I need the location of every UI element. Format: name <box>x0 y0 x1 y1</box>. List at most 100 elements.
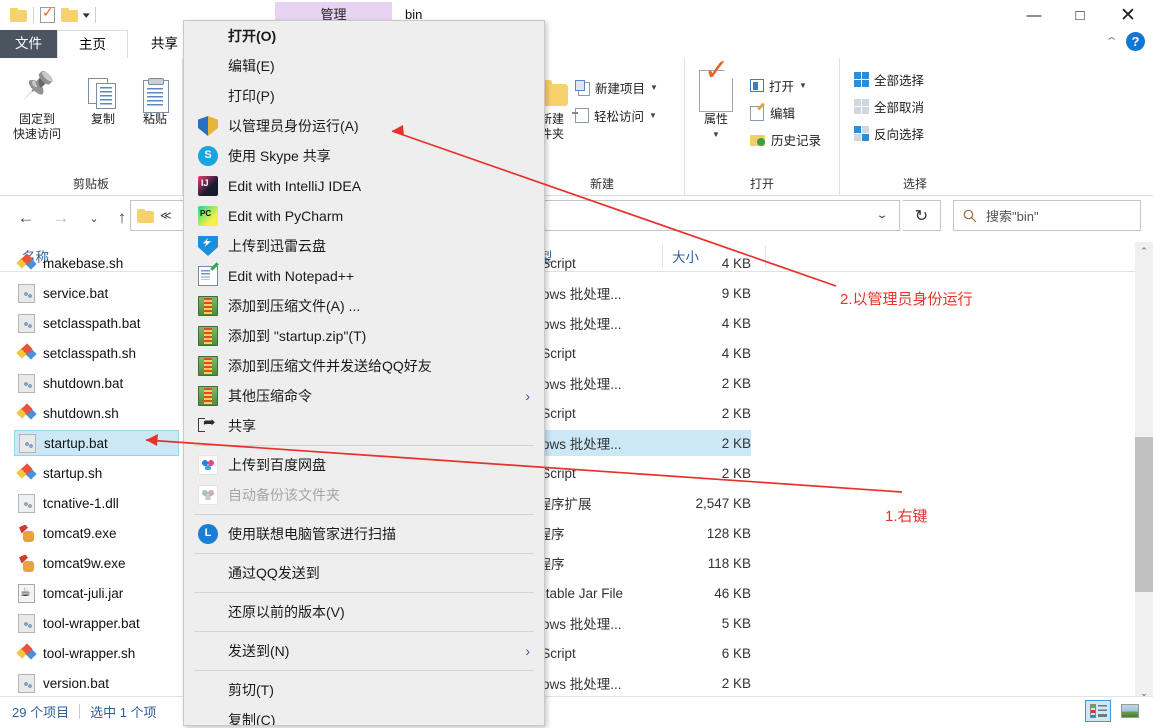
folder-icon[interactable] <box>61 8 78 22</box>
details-view-icon <box>1089 704 1107 718</box>
file-name-cell[interactable]: setclasspath.sh <box>14 340 179 366</box>
search-box[interactable]: 搜索"bin" <box>953 200 1141 231</box>
scroll-up-button[interactable]: ⌃ <box>1135 242 1153 260</box>
file-type-cell: indows 批处理... <box>524 317 622 332</box>
menu-item-label: Edit with IntelliJ IDEA <box>228 178 362 194</box>
menu-item[interactable]: 复制(C) <box>184 705 544 725</box>
history-button[interactable]: 历史记录 <box>750 130 821 149</box>
menu-item[interactable]: 打印(P) <box>184 81 544 111</box>
tab-home[interactable]: 主页 <box>57 30 128 58</box>
dropdown-icon[interactable]: ▾ <box>83 10 90 21</box>
invert-selection-button[interactable]: 反向选择 <box>854 124 924 143</box>
pin-to-quick-access-button[interactable]: 固定到 快速访问 <box>6 66 68 142</box>
scrollbar-thumb[interactable] <box>1135 437 1153 592</box>
chevron-up-icon[interactable]: ⌃ <box>1104 35 1118 48</box>
menu-item[interactable]: 还原以前的版本(V) <box>184 597 544 627</box>
folder-icon[interactable] <box>137 208 154 223</box>
menu-separator <box>194 514 534 515</box>
file-name: shutdown.bat <box>43 375 124 391</box>
menu-item[interactable]: 共享 <box>184 411 544 441</box>
menu-item[interactable]: L 使用联想电脑管家进行扫描 <box>184 519 544 549</box>
chevron-right-icon[interactable]: › <box>525 643 530 659</box>
file-name-cell[interactable]: startup.bat <box>14 430 179 456</box>
tab-file[interactable]: 文件 <box>0 30 57 58</box>
breadcrumb-overflow[interactable]: ≪ <box>160 209 172 222</box>
paste-button[interactable]: 粘贴 <box>124 66 186 127</box>
menu-item-label: 打开(O) <box>228 28 277 44</box>
menu-item[interactable]: 通过QQ发送到 <box>184 558 544 588</box>
menu-item[interactable]: 添加到 "startup.zip"(T) <box>184 321 544 351</box>
back-button[interactable]: ← <box>12 204 40 232</box>
file-name-cell[interactable]: service.bat <box>14 280 179 306</box>
details-view-button[interactable] <box>1085 700 1111 722</box>
select-none-button[interactable]: 全部取消 <box>854 97 924 116</box>
file-name-cell[interactable]: tcnative-1.dll <box>14 490 179 516</box>
folder-icon[interactable] <box>10 8 27 22</box>
menu-item[interactable]: 上传到百度网盘 <box>184 450 544 480</box>
file-name-cell[interactable]: makebase.sh <box>14 250 179 276</box>
caret-icon[interactable]: ▼ <box>689 127 743 142</box>
minimize-button[interactable]: — <box>1011 0 1057 30</box>
file-size-cell: 2 KB <box>721 375 751 391</box>
select-all-button[interactable]: 全部选择 <box>854 70 924 89</box>
edit-button[interactable]: 编辑 <box>750 103 795 122</box>
caret-icon[interactable]: ▼ <box>799 81 807 90</box>
sh-icon <box>18 464 37 483</box>
menu-item[interactable]: Edit with IntelliJ IDEA <box>184 171 544 201</box>
file-type-cell: ecutable Jar File <box>524 585 624 601</box>
bat-icon <box>18 283 35 303</box>
large-icons-view-button[interactable] <box>1117 700 1143 722</box>
button-label: 轻松访问 <box>594 110 645 124</box>
properties-button[interactable]: 属性 ▼ <box>689 63 743 142</box>
close-button[interactable]: ✕ <box>1103 0 1153 30</box>
file-name-cell[interactable]: tomcat9w.exe <box>14 550 179 576</box>
recent-locations-button[interactable]: ⌄ <box>80 204 108 232</box>
caret-icon[interactable]: ▼ <box>650 83 658 92</box>
menu-item[interactable]: Edit with Notepad++ <box>184 261 544 291</box>
file-type-cell: 用程序 <box>524 550 674 576</box>
menu-item[interactable]: 添加到压缩文件(A) ... <box>184 291 544 321</box>
menu-item[interactable]: 以管理员身份运行(A) <box>184 111 544 141</box>
file-name-cell[interactable]: version.bat <box>14 670 179 696</box>
easy-access-button[interactable]: 轻松访问 ▼ <box>572 106 657 125</box>
file-name-cell[interactable]: tool-wrapper.sh <box>14 640 179 666</box>
file-name-cell[interactable]: tool-wrapper.bat <box>14 610 179 636</box>
file-size-cell: 5 KB <box>721 615 751 631</box>
menu-item[interactable]: 发送到(N) › <box>184 636 544 666</box>
menu-item[interactable]: 添加到压缩文件并发送给QQ好友 <box>184 351 544 381</box>
menu-item[interactable]: 其他压缩命令 › <box>184 381 544 411</box>
vertical-scrollbar[interactable]: ⌃ ⌄ <box>1135 242 1153 702</box>
chevron-down-icon[interactable]: ⌄ <box>866 210 899 221</box>
file-name-cell[interactable]: shutdown.bat <box>14 370 179 396</box>
menu-item[interactable]: 剪切(T) <box>184 675 544 705</box>
file-type-cell: 用程序 <box>524 520 674 546</box>
quick-access-toolbar[interactable]: ▾ <box>10 4 96 26</box>
file-name-cell[interactable]: tomcat9.exe <box>14 520 179 546</box>
menu-item[interactable]: 打开(O) <box>184 21 544 51</box>
menu-item[interactable]: 上传到迅雷云盘 <box>184 231 544 261</box>
refresh-button[interactable]: ↻ <box>903 200 941 231</box>
file-name-cell[interactable]: startup.sh <box>14 460 179 486</box>
open-button[interactable]: 打开 ▼ <box>750 76 807 95</box>
menu-item[interactable]: Edit with PyCharm <box>184 201 544 231</box>
chevron-right-icon[interactable]: › <box>525 388 530 404</box>
lenovo-icon: L <box>198 524 218 544</box>
file-name: makebase.sh <box>43 255 124 271</box>
forward-button[interactable]: → <box>47 204 75 232</box>
context-menu[interactable]: 打开(O) 编辑(E) 打印(P) 以管理员身份运行(A) S 使用 Skype 共享 Ed… <box>183 20 545 726</box>
properties-icon[interactable] <box>40 4 55 23</box>
maximize-button[interactable]: □ <box>1057 0 1103 30</box>
file-list[interactable]: makebase.sh ell Script 4 KB service.bat indo… <box>0 256 1135 721</box>
file-name-cell[interactable]: tomcat-juli.jar <box>14 580 179 606</box>
menu-item[interactable]: S 使用 Skype 共享 <box>184 141 544 171</box>
search-icon <box>963 209 977 223</box>
caret-icon[interactable]: ▼ <box>649 111 657 120</box>
file-name-cell[interactable]: setclasspath.bat <box>14 310 179 336</box>
new-item-button[interactable]: 新建项目 ▼ <box>575 78 658 97</box>
menu-item-label: 使用联想电脑管家进行扫描 <box>228 526 396 542</box>
file-name-cell[interactable]: shutdown.sh <box>14 400 179 426</box>
file-type-cell: indows 批处理... <box>524 287 622 302</box>
search-placeholder[interactable]: 搜索"bin" <box>986 206 1039 225</box>
help-icon[interactable]: ? <box>1126 32 1145 51</box>
menu-item[interactable]: 编辑(E) <box>184 51 544 81</box>
